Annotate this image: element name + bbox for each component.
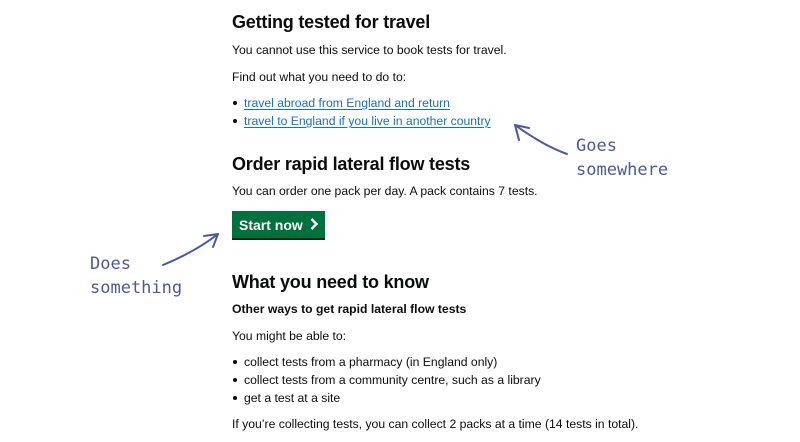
start-now-button[interactable]: Start now [232,211,325,238]
list-item: travel abroad from England and return [232,94,491,112]
start-now-label: Start now [239,216,303,233]
order-text: You can order one pack per day. A pack c… [232,184,538,198]
travel-abroad-link[interactable]: travel abroad from England and return [244,96,450,110]
list-item: get a test at a site [232,389,541,407]
goes-somewhere-arrow [514,124,568,155]
options-list: collect tests from a pharmacy (in Englan… [232,353,541,407]
might-text: You might be able to: [232,329,347,343]
note-line: somewhere [576,160,669,180]
travel-intro: You cannot use this service to book test… [232,43,507,57]
other-ways-subheading: Other ways to get rapid lateral flow tes… [232,302,467,316]
travel-to-england-link[interactable]: travel to England if you live in another… [244,114,491,128]
note-line: something [90,278,183,298]
collecting-text: If you’re collecting tests, you can coll… [232,417,639,431]
find-out-text: Find out what you need to do to: [232,70,407,84]
does-something-arrow [162,233,219,266]
chevron-right-icon [310,217,318,233]
order-heading: Order rapid lateral flow tests [232,154,471,174]
list-item: travel to England if you live in another… [232,112,491,130]
list-item: collect tests from a community centre, s… [232,371,541,389]
know-heading: What you need to know [232,272,429,292]
travel-heading: Getting tested for travel [232,12,431,32]
note-line: Goes [576,136,617,156]
list-item: collect tests from a pharmacy (in Englan… [232,353,541,371]
travel-links-list: travel abroad from England and return tr… [232,94,491,130]
goes-somewhere-note: Goes somewhere [576,134,668,182]
